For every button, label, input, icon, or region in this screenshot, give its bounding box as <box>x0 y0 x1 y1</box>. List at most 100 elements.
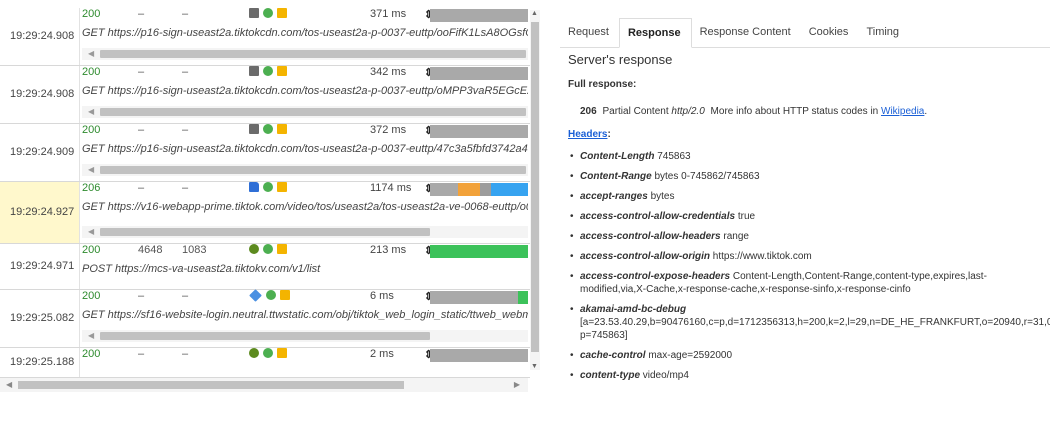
request-row[interactable]: 19:29:24.908 200– –371 ms ⇕ GET https://p16-… <box>0 8 530 66</box>
scroll-right-arrow-icon[interactable]: ▶ <box>514 380 520 389</box>
timeline-segment <box>430 291 519 304</box>
request-size: – <box>138 290 145 302</box>
request-list-horizontal-scrollbar[interactable]: ◀ ▶ <box>0 378 528 392</box>
url-scrollbar[interactable]: ◀ <box>82 106 528 118</box>
request-icons <box>249 182 287 192</box>
headers-list: Content-Length 745863Content-Range bytes… <box>568 150 1050 382</box>
request-url: GET https://p16-sign-useast2a.tiktokcdn.… <box>82 143 528 155</box>
tab-response-content[interactable]: Response Content <box>692 18 801 48</box>
request-summary: 206– –1174 ms ⇕ <box>82 182 528 197</box>
tab-response[interactable]: Response <box>618 18 692 48</box>
scroll-up-arrow-icon[interactable]: ▲ <box>531 10 538 17</box>
image-icon <box>249 124 259 134</box>
scroll-left-arrow-icon[interactable]: ◀ <box>88 164 94 176</box>
status-code: 200 <box>82 290 101 302</box>
check-icon <box>263 8 273 18</box>
scrollbar-thumb[interactable] <box>100 166 526 174</box>
status-code: 200 <box>82 66 101 78</box>
scroll-left-arrow-icon[interactable]: ◀ <box>88 226 94 238</box>
image-icon <box>249 8 259 18</box>
header-name: accept-ranges <box>580 191 648 202</box>
tab-timing[interactable]: Timing <box>858 18 909 48</box>
header-item: Content-Length 745863 <box>568 150 1048 163</box>
request-summary: 200– –6 ms ⇕ <box>82 289 528 305</box>
request-duration: 2 ms <box>370 348 394 360</box>
url-scrollbar[interactable]: ◀ <box>82 48 528 60</box>
request-icons <box>249 66 287 76</box>
request-row[interactable]: 19:29:24.909 200– –372 ms ⇕ GET https://p16-… <box>0 124 530 182</box>
url-scrollbar[interactable]: ◀ <box>82 226 528 238</box>
request-row[interactable]: 19:29:24.971 200 4648 1083 213 ms ⇕ POST https… <box>0 244 530 290</box>
response-size: – <box>182 182 189 194</box>
request-summary: 200– –372 ms ⇕ <box>82 124 528 139</box>
tab-request[interactable]: Request <box>560 18 619 48</box>
scroll-left-arrow-icon[interactable]: ◀ <box>88 106 94 118</box>
scrollbar-thumb[interactable] <box>531 22 539 352</box>
scrollbar-thumb[interactable] <box>18 381 404 389</box>
wikipedia-link[interactable]: Wikipedia <box>881 106 924 117</box>
request-row[interactable]: 19:29:25.188 200– –2 ms ⇕ <box>0 348 530 378</box>
status-line: 206 Partial Content http/2.0 More info a… <box>580 106 1048 117</box>
timeline-segment <box>518 291 528 304</box>
request-time: 19:29:24.908 <box>0 8 80 66</box>
request-icons <box>249 244 287 254</box>
status-code: 200 <box>82 124 101 136</box>
request-time: 19:29:24.971 <box>0 244 80 290</box>
headers-title: Headers: <box>568 129 1048 140</box>
request-size: – <box>138 8 145 20</box>
details-tabs: Request Response Response Content Cookies Ti… <box>560 18 1050 48</box>
trailing-dot: . <box>924 106 928 117</box>
url-scrollbar[interactable]: ◀ <box>82 330 528 342</box>
header-item: cache-control max-age=2592000 <box>568 349 1048 362</box>
cache-icon <box>280 290 290 300</box>
tab-cookies[interactable]: Cookies <box>801 18 859 48</box>
request-list-vertical-scrollbar[interactable]: ▲ ▼ <box>530 10 540 370</box>
request-timeline-bar <box>430 291 528 304</box>
header-item: access-control-allow-origin https://www.… <box>568 250 1048 263</box>
scroll-left-arrow-icon[interactable]: ◀ <box>88 330 94 342</box>
scrollbar-thumb[interactable] <box>100 50 526 58</box>
headers-link[interactable]: Headers <box>568 129 607 140</box>
status-text: Partial Content <box>602 106 669 117</box>
request-timeline-bar <box>430 183 528 196</box>
scrollbar-thumb[interactable] <box>100 228 430 236</box>
request-duration: 342 ms <box>370 66 407 78</box>
scrollbar-thumb[interactable] <box>100 332 430 340</box>
cache-icon <box>277 8 287 18</box>
response-size: – <box>182 124 189 136</box>
scrollbar-thumb[interactable] <box>100 108 526 116</box>
timeline-segment <box>430 349 528 362</box>
header-name: cache-control <box>580 350 646 361</box>
request-size: – <box>138 124 145 136</box>
response-size: 1083 <box>182 244 207 256</box>
full-response-label: Full response: <box>568 79 637 90</box>
header-value: https://www.tiktok.com <box>710 251 812 262</box>
request-icons <box>249 8 287 18</box>
scroll-down-arrow-icon[interactable]: ▼ <box>531 363 538 370</box>
header-name: Content-Length <box>580 151 655 162</box>
status-code: 206 <box>580 106 597 117</box>
request-row[interactable]: 19:29:24.927 206– –1174 ms ⇕ GET https://v16… <box>0 182 530 244</box>
request-time: 19:29:24.927 <box>0 182 80 244</box>
request-summary: 200– –2 ms ⇕ <box>82 348 528 363</box>
status-code: 200 <box>82 348 101 360</box>
request-url: GET https://p16-sign-useast2a.tiktokcdn.… <box>82 27 528 39</box>
timeline-segment <box>430 125 528 138</box>
header-name: Content-Range <box>580 171 652 182</box>
request-row[interactable]: 19:29:24.908 200– –342 ms ⇕ GET https://p16-… <box>0 66 530 124</box>
header-value: bytes 0-745862/745863 <box>651 171 760 182</box>
scroll-left-arrow-icon[interactable]: ◀ <box>6 380 12 389</box>
request-timeline-bar <box>430 125 528 138</box>
scroll-left-arrow-icon[interactable]: ◀ <box>88 48 94 60</box>
document-icon <box>249 182 259 192</box>
url-scrollbar[interactable]: ◀ <box>82 164 528 176</box>
timeline-segment <box>490 183 528 196</box>
request-row[interactable]: 19:29:25.082 200– –6 ms ⇕ GET https://sf16-w… <box>0 289 530 348</box>
header-value: range <box>720 231 749 242</box>
request-timeline-bar <box>430 9 528 22</box>
timeline-segment <box>430 67 528 80</box>
header-value: 745863 <box>654 151 691 162</box>
request-size: – <box>138 182 145 194</box>
request-timeline-bar <box>430 349 528 362</box>
request-url: GET https://sf16-website-login.neutral.t… <box>82 309 528 321</box>
